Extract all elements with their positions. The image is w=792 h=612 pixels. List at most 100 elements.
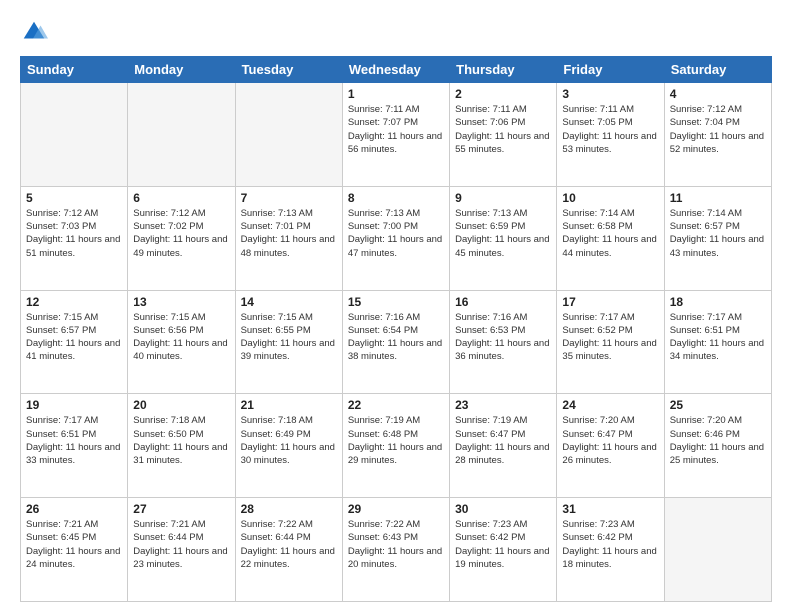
cell-info: Sunrise: 7:16 AMSunset: 6:53 PMDaylight:… <box>455 311 551 364</box>
calendar-cell: 25 Sunrise: 7:20 AMSunset: 6:46 PMDayligh… <box>664 394 771 498</box>
calendar-cell: 2 Sunrise: 7:11 AMSunset: 7:06 PMDaylight… <box>450 83 557 187</box>
calendar-table: SundayMondayTuesdayWednesdayThursdayFrid… <box>20 56 772 602</box>
calendar-cell: 10 Sunrise: 7:14 AMSunset: 6:58 PMDayligh… <box>557 186 664 290</box>
calendar-cell: 11 Sunrise: 7:14 AMSunset: 6:57 PMDayligh… <box>664 186 771 290</box>
cell-info: Sunrise: 7:14 AMSunset: 6:57 PMDaylight:… <box>670 207 766 260</box>
calendar-cell: 8 Sunrise: 7:13 AMSunset: 7:00 PMDaylight… <box>342 186 449 290</box>
calendar-week-row: 12Sunrise: 7:15 AMSunset: 6:57 PMDayligh… <box>21 290 772 394</box>
cell-info: Sunrise: 7:13 AMSunset: 7:00 PMDaylight:… <box>348 207 444 260</box>
cell-info: Sunrise: 7:22 AMSunset: 6:43 PMDaylight:… <box>348 518 444 571</box>
weekday-header-thursday: Thursday <box>450 57 557 83</box>
cell-info: Sunrise: 7:19 AMSunset: 6:47 PMDaylight:… <box>455 414 551 467</box>
calendar-cell: 6 Sunrise: 7:12 AMSunset: 7:02 PMDaylight… <box>128 186 235 290</box>
day-number: 16 <box>455 295 551 309</box>
calendar-cell: 5 Sunrise: 7:12 AMSunset: 7:03 PMDaylight… <box>21 186 128 290</box>
cell-info: Sunrise: 7:21 AMSunset: 6:44 PMDaylight:… <box>133 518 229 571</box>
calendar-cell: 4 Sunrise: 7:12 AMSunset: 7:04 PMDaylight… <box>664 83 771 187</box>
day-number: 9 <box>455 191 551 205</box>
cell-info: Sunrise: 7:23 AMSunset: 6:42 PMDaylight:… <box>455 518 551 571</box>
logo <box>20 18 52 46</box>
day-number: 14 <box>241 295 337 309</box>
calendar-cell: 22 Sunrise: 7:19 AMSunset: 6:48 PMDayligh… <box>342 394 449 498</box>
calendar-cell: 1Sunrise: 7:11 AMSunset: 7:07 PMDaylight… <box>342 83 449 187</box>
day-number: 7 <box>241 191 337 205</box>
calendar-cell <box>235 83 342 187</box>
day-number: 10 <box>562 191 658 205</box>
cell-info: Sunrise: 7:12 AMSunset: 7:04 PMDaylight:… <box>670 103 766 156</box>
cell-info: Sunrise: 7:11 AMSunset: 7:07 PMDaylight:… <box>348 103 444 156</box>
cell-info: Sunrise: 7:20 AMSunset: 6:47 PMDaylight:… <box>562 414 658 467</box>
cell-info: Sunrise: 7:18 AMSunset: 6:50 PMDaylight:… <box>133 414 229 467</box>
day-number: 3 <box>562 87 658 101</box>
calendar-cell: 12Sunrise: 7:15 AMSunset: 6:57 PMDayligh… <box>21 290 128 394</box>
cell-info: Sunrise: 7:15 AMSunset: 6:57 PMDaylight:… <box>26 311 122 364</box>
calendar-cell: 30 Sunrise: 7:23 AMSunset: 6:42 PMDayligh… <box>450 498 557 602</box>
calendar-cell: 31 Sunrise: 7:23 AMSunset: 6:42 PMDayligh… <box>557 498 664 602</box>
cell-info: Sunrise: 7:17 AMSunset: 6:51 PMDaylight:… <box>26 414 122 467</box>
cell-info: Sunrise: 7:11 AMSunset: 7:05 PMDaylight:… <box>562 103 658 156</box>
weekday-header-tuesday: Tuesday <box>235 57 342 83</box>
day-number: 5 <box>26 191 122 205</box>
cell-info: Sunrise: 7:12 AMSunset: 7:03 PMDaylight:… <box>26 207 122 260</box>
day-number: 30 <box>455 502 551 516</box>
day-number: 19 <box>26 398 122 412</box>
calendar-week-row: 26 Sunrise: 7:21 AMSunset: 6:45 PMDayligh… <box>21 498 772 602</box>
cell-info: Sunrise: 7:13 AMSunset: 7:01 PMDaylight:… <box>241 207 337 260</box>
calendar-cell <box>128 83 235 187</box>
calendar-cell: 16 Sunrise: 7:16 AMSunset: 6:53 PMDayligh… <box>450 290 557 394</box>
day-number: 23 <box>455 398 551 412</box>
day-number: 15 <box>348 295 444 309</box>
calendar-cell: 27 Sunrise: 7:21 AMSunset: 6:44 PMDayligh… <box>128 498 235 602</box>
day-number: 25 <box>670 398 766 412</box>
calendar-header-row: SundayMondayTuesdayWednesdayThursdayFrid… <box>21 57 772 83</box>
day-number: 18 <box>670 295 766 309</box>
day-number: 11 <box>670 191 766 205</box>
calendar-cell: 23 Sunrise: 7:19 AMSunset: 6:47 PMDayligh… <box>450 394 557 498</box>
day-number: 28 <box>241 502 337 516</box>
cell-info: Sunrise: 7:23 AMSunset: 6:42 PMDaylight:… <box>562 518 658 571</box>
cell-info: Sunrise: 7:21 AMSunset: 6:45 PMDaylight:… <box>26 518 122 571</box>
weekday-header-wednesday: Wednesday <box>342 57 449 83</box>
calendar-cell: 15 Sunrise: 7:16 AMSunset: 6:54 PMDayligh… <box>342 290 449 394</box>
weekday-header-friday: Friday <box>557 57 664 83</box>
day-number: 17 <box>562 295 658 309</box>
calendar-cell: 21Sunrise: 7:18 AMSunset: 6:49 PMDayligh… <box>235 394 342 498</box>
day-number: 29 <box>348 502 444 516</box>
cell-info: Sunrise: 7:22 AMSunset: 6:44 PMDaylight:… <box>241 518 337 571</box>
cell-info: Sunrise: 7:19 AMSunset: 6:48 PMDaylight:… <box>348 414 444 467</box>
cell-info: Sunrise: 7:14 AMSunset: 6:58 PMDaylight:… <box>562 207 658 260</box>
day-number: 21 <box>241 398 337 412</box>
calendar-cell: 18Sunrise: 7:17 AMSunset: 6:51 PMDayligh… <box>664 290 771 394</box>
cell-info: Sunrise: 7:16 AMSunset: 6:54 PMDaylight:… <box>348 311 444 364</box>
calendar-week-row: 1Sunrise: 7:11 AMSunset: 7:07 PMDaylight… <box>21 83 772 187</box>
weekday-header-sunday: Sunday <box>21 57 128 83</box>
day-number: 8 <box>348 191 444 205</box>
cell-info: Sunrise: 7:20 AMSunset: 6:46 PMDaylight:… <box>670 414 766 467</box>
calendar-cell <box>21 83 128 187</box>
day-number: 26 <box>26 502 122 516</box>
day-number: 2 <box>455 87 551 101</box>
calendar-cell: 24Sunrise: 7:20 AMSunset: 6:47 PMDayligh… <box>557 394 664 498</box>
cell-info: Sunrise: 7:11 AMSunset: 7:06 PMDaylight:… <box>455 103 551 156</box>
calendar-cell: 17 Sunrise: 7:17 AMSunset: 6:52 PMDayligh… <box>557 290 664 394</box>
day-number: 31 <box>562 502 658 516</box>
day-number: 20 <box>133 398 229 412</box>
cell-info: Sunrise: 7:17 AMSunset: 6:52 PMDaylight:… <box>562 311 658 364</box>
calendar-cell: 20 Sunrise: 7:18 AMSunset: 6:50 PMDayligh… <box>128 394 235 498</box>
cell-info: Sunrise: 7:15 AMSunset: 6:56 PMDaylight:… <box>133 311 229 364</box>
cell-info: Sunrise: 7:13 AMSunset: 6:59 PMDaylight:… <box>455 207 551 260</box>
day-number: 22 <box>348 398 444 412</box>
cell-info: Sunrise: 7:12 AMSunset: 7:02 PMDaylight:… <box>133 207 229 260</box>
day-number: 4 <box>670 87 766 101</box>
calendar-cell: 19 Sunrise: 7:17 AMSunset: 6:51 PMDayligh… <box>21 394 128 498</box>
logo-icon <box>20 18 48 46</box>
calendar-cell: 9 Sunrise: 7:13 AMSunset: 6:59 PMDaylight… <box>450 186 557 290</box>
weekday-header-monday: Monday <box>128 57 235 83</box>
calendar-cell: 28 Sunrise: 7:22 AMSunset: 6:44 PMDayligh… <box>235 498 342 602</box>
calendar-cell: 13Sunrise: 7:15 AMSunset: 6:56 PMDayligh… <box>128 290 235 394</box>
calendar-cell: 14Sunrise: 7:15 AMSunset: 6:55 PMDayligh… <box>235 290 342 394</box>
day-number: 6 <box>133 191 229 205</box>
day-number: 27 <box>133 502 229 516</box>
header <box>20 18 772 46</box>
calendar-cell: 26 Sunrise: 7:21 AMSunset: 6:45 PMDayligh… <box>21 498 128 602</box>
